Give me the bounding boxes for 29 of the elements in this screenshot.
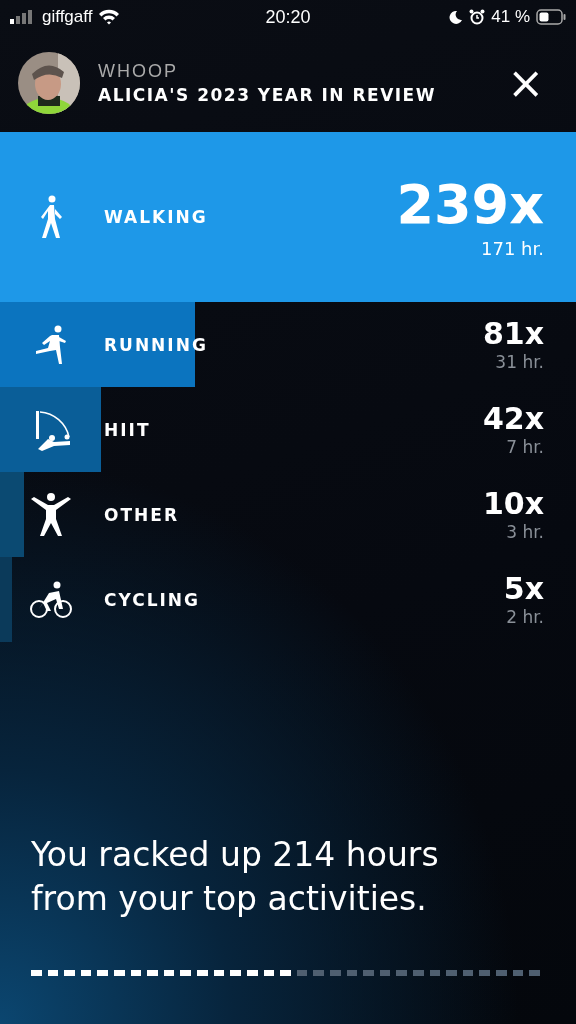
close-button[interactable]: × (503, 61, 548, 105)
summary-text: You racked up 214 hours from your top activities. (31, 833, 440, 921)
activity-count: 42x (482, 402, 544, 435)
walking-person-icon (38, 195, 64, 239)
activity-name: HIIT (104, 419, 152, 440)
alarm-icon (469, 9, 486, 25)
activity-name: WALKING (104, 207, 209, 227)
brand-name: WHOOP (98, 61, 179, 82)
wifi-icon (98, 9, 121, 25)
activity-count: 81x (482, 317, 544, 350)
activity-hours: 171 hr. (481, 238, 544, 260)
carrier-name: giffgaff (42, 7, 93, 27)
clock-time: 20:20 (265, 6, 311, 28)
battery-percent: 41 % (491, 7, 530, 27)
activity-count: 5x (503, 572, 544, 605)
activity-count: 10x (482, 487, 544, 520)
review-title: ALICIA'S 2023 YEAR IN REVIEW (98, 85, 437, 105)
activity-count: 239x (396, 174, 544, 235)
person-arms-out-icon (30, 492, 72, 537)
activity-hours: 2 hr. (506, 607, 544, 627)
activity-name: CYCLING (104, 589, 201, 610)
activity-hours: 3 hr. (506, 522, 544, 542)
activity-name: OTHER (104, 504, 180, 525)
cyclist-icon (29, 580, 73, 619)
battery-icon (536, 9, 566, 25)
activity-hours: 31 hr. (495, 352, 544, 372)
running-person-icon (34, 324, 68, 365)
moon-icon (449, 10, 464, 24)
activity-hours: 7 hr. (506, 437, 544, 457)
